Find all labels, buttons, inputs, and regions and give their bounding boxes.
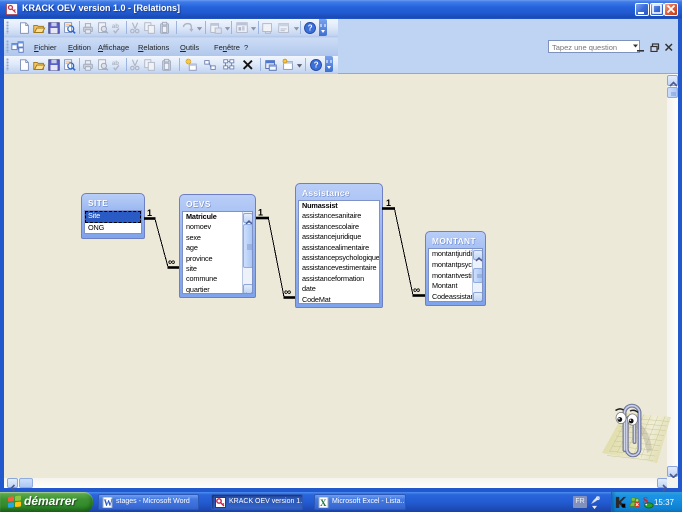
svg-text:W: W xyxy=(104,498,113,508)
svg-text:X: X xyxy=(320,498,327,508)
svg-text:?: ? xyxy=(314,61,319,70)
svg-text:?: ? xyxy=(308,24,313,33)
